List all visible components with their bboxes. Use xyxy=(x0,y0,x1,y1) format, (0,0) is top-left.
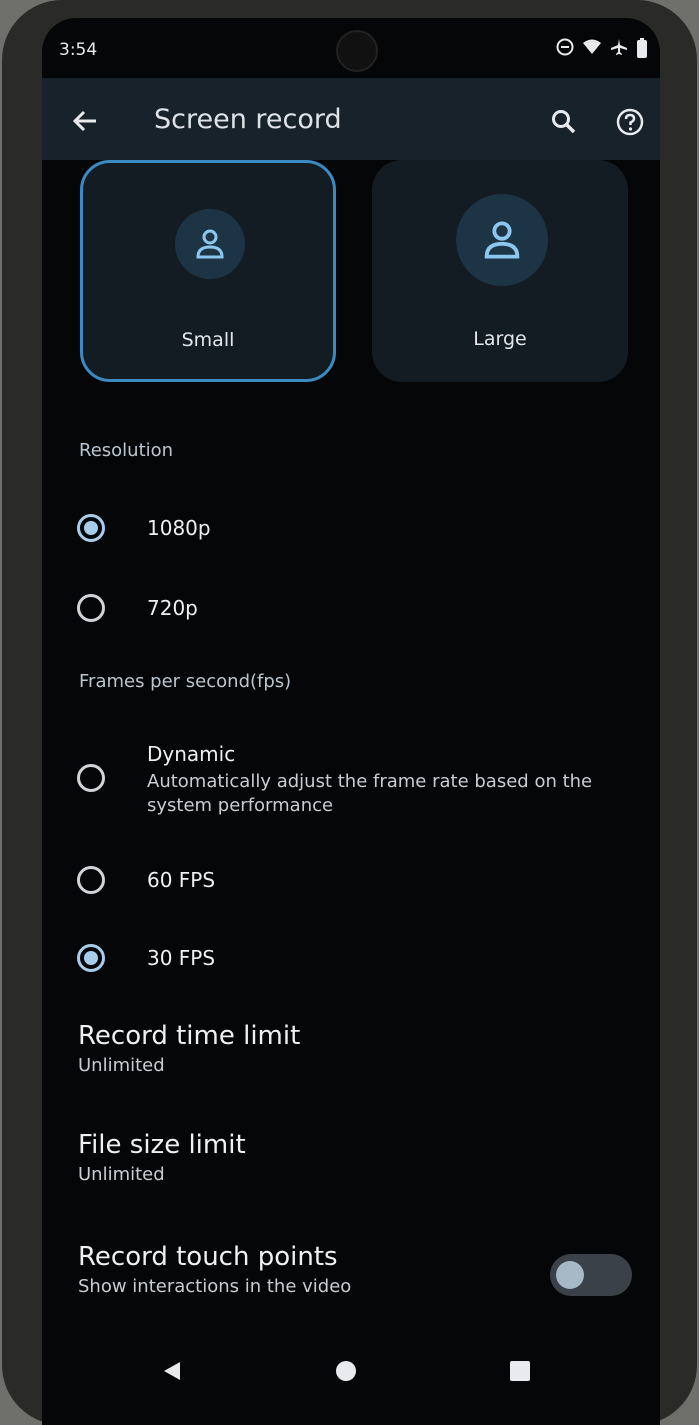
radio-label: Dynamic xyxy=(147,742,236,766)
resolution-heading: Resolution xyxy=(79,440,174,461)
radio-label: 30 FPS xyxy=(147,946,216,970)
wifi-icon xyxy=(583,39,601,54)
size-card-small[interactable]: Small xyxy=(80,160,336,382)
status-icons xyxy=(556,38,648,58)
nav-home-button[interactable] xyxy=(330,1355,362,1387)
item-title: Record time limit xyxy=(78,1021,301,1051)
item-title: File size limit xyxy=(78,1130,246,1160)
size-card-label: Large xyxy=(473,328,527,350)
item-value: Unlimited xyxy=(78,1055,165,1076)
fps-heading: Frames per second(fps) xyxy=(79,671,292,692)
recents-square-icon xyxy=(510,1361,530,1381)
person-icon xyxy=(196,229,224,259)
size-card-label: Small xyxy=(181,329,235,351)
size-card-large[interactable]: Large xyxy=(372,160,628,382)
item-subtitle: Show interactions in the video xyxy=(78,1276,352,1297)
radio-description: Automatically adjust the frame rate base… xyxy=(147,771,593,816)
radio-label: 1080p xyxy=(147,516,211,540)
search-button[interactable] xyxy=(544,102,584,142)
radio-dynamic[interactable] xyxy=(77,764,105,792)
record-touch-points-item[interactable]: Record touch points Show interactions in… xyxy=(78,1242,351,1297)
screen: 3:54 Screen record Small Large Resolutio… xyxy=(42,18,660,1425)
avatar xyxy=(456,194,548,286)
item-value: Unlimited xyxy=(78,1164,165,1185)
arrow-back-icon xyxy=(72,110,96,132)
page-title: Screen record xyxy=(154,104,342,135)
item-title: Record touch points xyxy=(78,1242,338,1272)
radio-720p[interactable] xyxy=(77,594,105,622)
radio-label: 720p xyxy=(147,596,198,620)
avatar xyxy=(175,209,245,279)
help-button[interactable] xyxy=(610,102,650,142)
file-size-limit-item[interactable]: File size limit Unlimited xyxy=(78,1130,246,1185)
nav-back-button[interactable] xyxy=(156,1355,188,1387)
back-button[interactable] xyxy=(66,102,104,140)
nav-recents-button[interactable] xyxy=(504,1355,536,1387)
airplane-icon xyxy=(611,39,627,55)
home-circle-icon xyxy=(336,1361,356,1381)
person-icon xyxy=(484,221,520,259)
radio-30fps[interactable] xyxy=(77,944,105,972)
triangle-back-icon xyxy=(164,1362,180,1380)
status-time: 3:54 xyxy=(59,40,98,60)
status-bar: 3:54 xyxy=(42,18,660,78)
radio-1080p[interactable] xyxy=(77,514,105,542)
touch-points-toggle[interactable] xyxy=(550,1254,632,1296)
battery-icon xyxy=(637,38,647,58)
record-time-limit-item[interactable]: Record time limit Unlimited xyxy=(78,1021,300,1076)
help-icon xyxy=(616,108,644,136)
radio-label: 60 FPS xyxy=(147,868,216,892)
toggle-knob xyxy=(556,1261,584,1289)
app-bar: Screen record xyxy=(42,78,660,160)
phone-frame: 3:54 Screen record Small Large Resolutio… xyxy=(2,0,697,1425)
radio-60fps[interactable] xyxy=(77,866,105,894)
front-camera xyxy=(336,30,378,72)
dnd-icon xyxy=(556,38,574,56)
search-icon xyxy=(552,110,576,134)
